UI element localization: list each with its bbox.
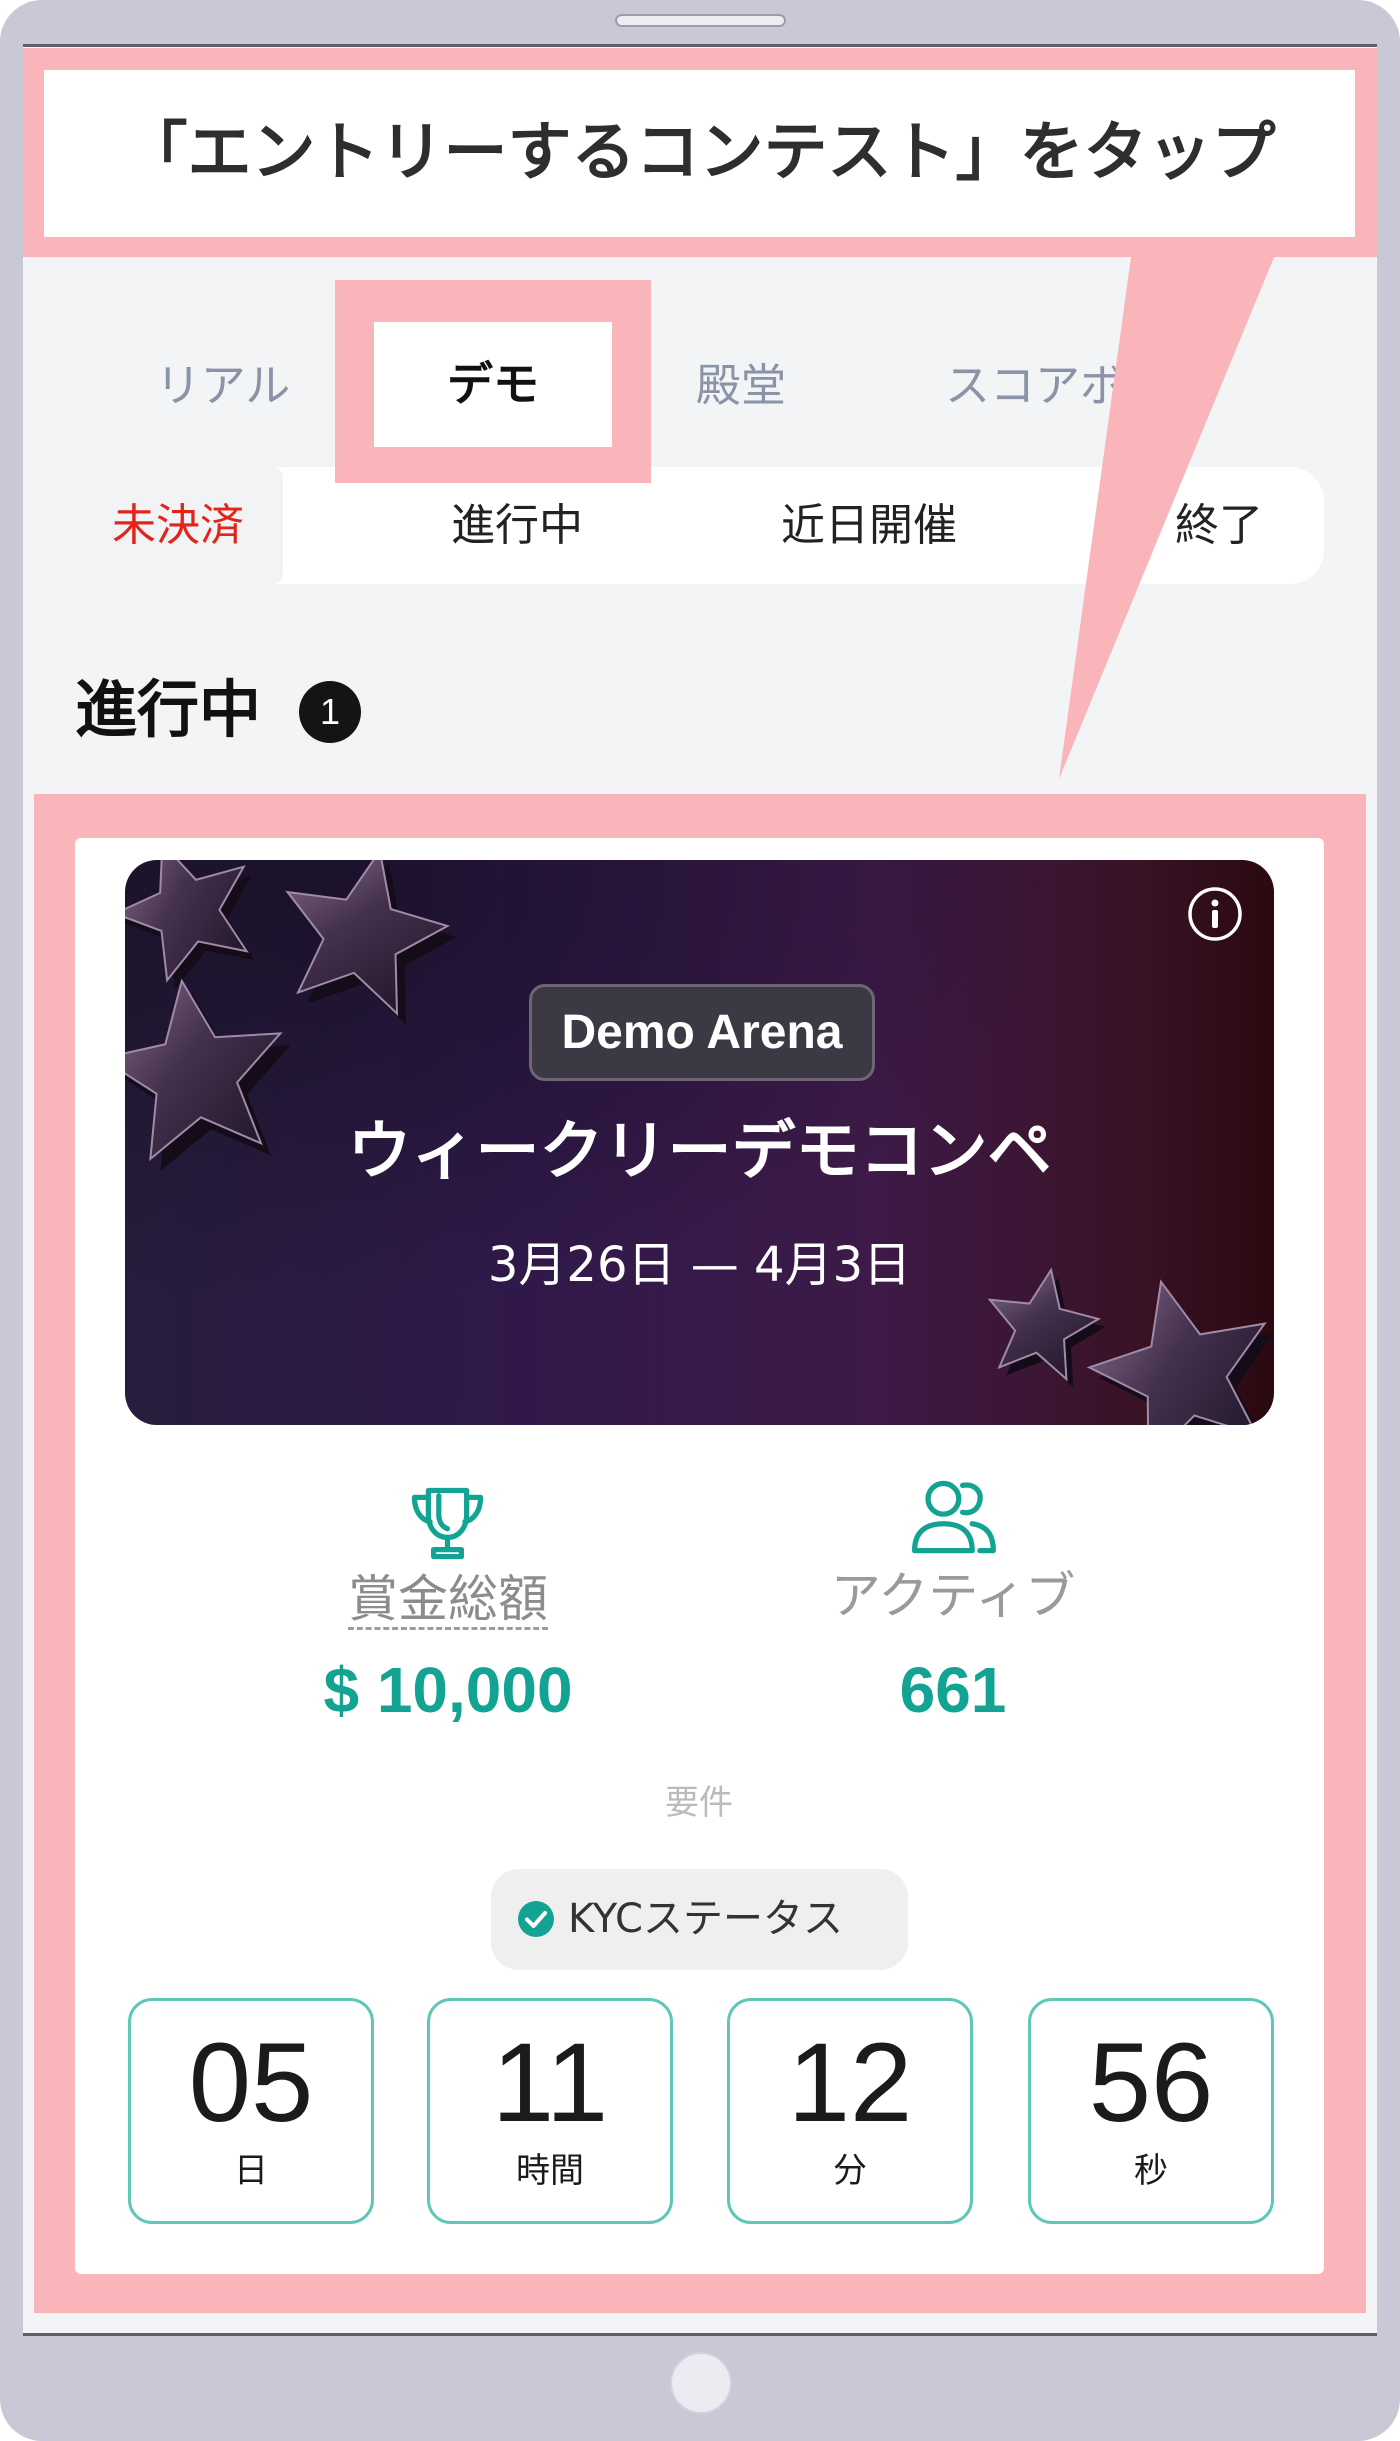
star-decoration [125,860,279,998]
countdown-days: 05 日 [128,1998,374,2224]
countdown-value: 11 [491,2020,609,2145]
contest-banner[interactable]: Demo Arena ウィークリーデモコンペ 3月26日 — 4月3日 [125,860,1274,1425]
contest-dates: 3月26日 — 4月3日 [487,1237,912,1293]
users-icon [911,1480,996,1554]
prize-pool-label[interactable]: 賞金総額 [248,1568,648,1630]
device-speaker [615,14,786,27]
home-button[interactable] [670,2352,732,2414]
prize-pool-value: $ 10,000 [323,1654,573,1726]
status-filter-ended[interactable]: 終了 [1139,467,1299,584]
info-icon[interactable] [1186,885,1244,943]
tab-scoreboard[interactable]: スコアボ [945,350,1245,422]
active-participants-label: アクティブ [830,1567,1076,1625]
contest-title: ウィークリーデモコンペ [347,1115,1052,1189]
section-count-badge: 1 [299,681,361,743]
prize-pool-label-text: 賞金総額 [348,1570,548,1630]
kyc-requirement-chip: KYCステータス [491,1869,908,1970]
tab-demo[interactable]: デモ [374,322,612,447]
countdown-value: 12 [787,2020,913,2145]
active-participants-value: 661 [899,1654,1007,1726]
countdown-hours: 11 時間 [427,1998,673,2224]
countdown-unit: 日 [234,2151,268,2191]
countdown-value: 05 [188,2020,314,2145]
countdown-minutes: 12 分 [727,1998,973,2224]
countdown-seconds: 56 秒 [1028,1998,1274,2224]
demo-arena-badge: Demo Arena [529,984,875,1081]
countdown-value: 56 [1088,2020,1214,2145]
kyc-requirement-label: KYCステータス [568,1896,843,1942]
countdown-unit: 秒 [1134,2151,1168,2191]
status-filter-upcoming[interactable]: 近日開催 [739,467,999,584]
status-filter-ongoing[interactable]: 進行中 [417,467,617,584]
tab-real[interactable]: リアル [143,350,303,422]
requirements-label: 要件 [665,1783,733,1823]
status-filter-unsettled[interactable]: 未決済 [78,467,278,584]
trophy-icon [411,1487,484,1560]
callout-text: 「エントリーするコンテスト」をタップ [44,70,1355,237]
countdown-unit: 時間 [516,2151,584,2191]
check-circle-icon [518,1901,554,1937]
countdown-unit: 分 [833,2151,867,2191]
section-title: 進行中 [75,673,262,746]
tab-hall-of-fame[interactable]: 殿堂 [661,350,821,422]
star-decoration [268,860,469,1031]
